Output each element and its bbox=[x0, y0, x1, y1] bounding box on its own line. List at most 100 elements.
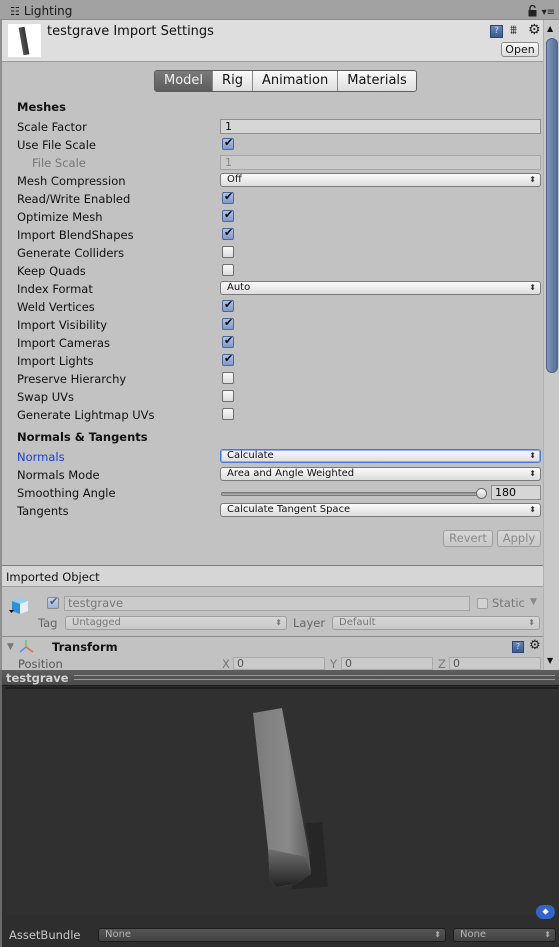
keep-quads-checkbox[interactable] bbox=[222, 264, 234, 276]
asset-thumbnail bbox=[8, 24, 41, 57]
import-cameras-checkbox[interactable] bbox=[222, 334, 234, 348]
dropdown-arrow-icon: ⬍ bbox=[434, 930, 441, 939]
normals-label: Normals bbox=[17, 450, 65, 464]
dropdown-value: Untagged bbox=[72, 617, 121, 628]
mesh-compression-dropdown[interactable]: Off ⬍ bbox=[220, 173, 541, 187]
inspector-scrollbar[interactable]: ▲ ▼ bbox=[543, 20, 559, 670]
file-scale-input: 1 bbox=[220, 155, 541, 170]
preserve-hierarchy-checkbox[interactable] bbox=[222, 372, 234, 384]
open-button[interactable]: Open bbox=[501, 42, 539, 57]
optimize-mesh-checkbox[interactable] bbox=[222, 208, 234, 222]
scroll-up-arrow-icon[interactable]: ▲ bbox=[547, 24, 553, 33]
normals-dropdown[interactable]: Calculate ⬍ bbox=[220, 449, 541, 463]
dropdown-value: Calculate bbox=[227, 450, 274, 461]
preview-header[interactable]: testgrave bbox=[2, 670, 559, 686]
dropdown-value: Calculate Tangent Space bbox=[227, 504, 351, 515]
dropdown-arrow-icon: ⬍ bbox=[544, 930, 551, 939]
weld-vertices-checkbox[interactable] bbox=[222, 298, 234, 312]
generate-lightmap-uvs-label: Generate Lightmap UVs bbox=[17, 408, 155, 422]
position-z-field: 0 bbox=[449, 657, 541, 670]
import-visibility-checkbox[interactable] bbox=[222, 316, 234, 330]
tab-model[interactable]: Model bbox=[155, 71, 213, 91]
use-file-scale-checkbox[interactable] bbox=[222, 136, 234, 150]
generate-colliders-checkbox[interactable] bbox=[222, 246, 234, 258]
tag-label: Tag bbox=[38, 616, 58, 630]
model-preview-viewport[interactable] bbox=[6, 687, 557, 915]
dropdown-value: Off bbox=[227, 174, 242, 185]
scale-factor-input[interactable]: 1 bbox=[220, 119, 541, 134]
dropdown-arrow-icon: ⬍ bbox=[528, 618, 535, 627]
foldout-arrow-icon[interactable]: ▼ bbox=[7, 642, 14, 652]
static-label: Static bbox=[492, 596, 525, 610]
optimize-mesh-label: Optimize Mesh bbox=[17, 210, 103, 224]
dropdown-value: Auto bbox=[227, 282, 251, 293]
scale-factor-label: Scale Factor bbox=[17, 120, 87, 134]
position-y-label: Y bbox=[330, 657, 338, 670]
position-y-field: 0 bbox=[341, 657, 433, 670]
position-x-label: X bbox=[222, 657, 230, 670]
lock-icon[interactable] bbox=[528, 5, 537, 17]
tab-rig[interactable]: Rig bbox=[212, 71, 252, 91]
active-checkbox bbox=[47, 595, 59, 609]
lighting-icon: ☷ bbox=[10, 4, 20, 18]
assetbundle-label: AssetBundle bbox=[9, 928, 81, 942]
preview-panel: testgrave ⬥ AssetBundle None ⬍ None ⬍ bbox=[0, 670, 559, 947]
tab-animation[interactable]: Animation bbox=[251, 71, 338, 91]
dropdown-arrow-icon: ⬍ bbox=[275, 618, 282, 627]
page-title: testgrave Import Settings bbox=[47, 24, 214, 39]
read-write-checkbox[interactable] bbox=[222, 190, 234, 204]
window-tab-strip: ☷ Lighting ℹ Inspector ▾≡ bbox=[0, 0, 559, 39]
normals-mode-label: Normals Mode bbox=[17, 468, 100, 482]
tab-menu-icon[interactable]: ▾≡ bbox=[542, 7, 555, 18]
import-settings-header: testgrave Import Settings ? ⩩ ⚙ Open bbox=[2, 20, 545, 62]
mesh-compression-label: Mesh Compression bbox=[17, 174, 126, 188]
position-label: Position bbox=[18, 657, 63, 670]
import-blendshapes-checkbox[interactable] bbox=[222, 226, 234, 240]
generate-colliders-label: Generate Colliders bbox=[17, 246, 125, 260]
normals-mode-dropdown[interactable]: Area and Angle Weighted ⬍ bbox=[220, 467, 541, 481]
keep-quads-label: Keep Quads bbox=[17, 264, 86, 278]
smoothing-angle-slider-thumb[interactable] bbox=[476, 488, 487, 499]
smoothing-angle-slider[interactable] bbox=[221, 492, 481, 496]
help-icon[interactable]: ? bbox=[512, 641, 524, 653]
tangents-dropdown[interactable]: Calculate Tangent Space ⬍ bbox=[220, 503, 541, 517]
transform-title: Transform bbox=[52, 640, 118, 654]
prefab-cube-icon bbox=[9, 598, 28, 614]
dropdown-value: Default bbox=[339, 617, 376, 628]
inspector-panel: testgrave Import Settings ? ⩩ ⚙ Open Mod… bbox=[0, 20, 559, 670]
assetbundle-dropdown[interactable]: None ⬍ bbox=[98, 928, 446, 942]
smoothing-angle-label: Smoothing Angle bbox=[17, 486, 116, 500]
swap-uvs-checkbox[interactable] bbox=[222, 390, 234, 402]
tab-lighting[interactable]: ☷ Lighting bbox=[2, 2, 98, 20]
presets-icon[interactable]: ⩩ bbox=[510, 23, 517, 38]
transform-axis-icon bbox=[19, 640, 34, 653]
importer-tabs: Model Rig Animation Materials bbox=[154, 70, 417, 92]
revert-button[interactable]: Revert bbox=[443, 530, 493, 547]
weld-vertices-label: Weld Vertices bbox=[17, 300, 95, 314]
file-scale-label: File Scale bbox=[32, 156, 86, 170]
preview-drag-handle[interactable] bbox=[74, 675, 555, 680]
gear-icon[interactable]: ⚙ bbox=[528, 22, 541, 38]
tab-materials[interactable]: Materials bbox=[337, 71, 416, 91]
static-dropdown-arrow-icon: ▼ bbox=[530, 597, 537, 607]
index-format-dropdown[interactable]: Auto ⬍ bbox=[220, 281, 541, 295]
meshes-section-title: Meshes bbox=[17, 100, 66, 114]
import-lights-checkbox[interactable] bbox=[222, 352, 234, 366]
smoothing-angle-input[interactable]: 180 bbox=[491, 485, 541, 500]
help-icon[interactable]: ? bbox=[490, 25, 503, 38]
preview-title: testgrave bbox=[6, 671, 69, 685]
apply-button[interactable]: Apply bbox=[497, 530, 541, 547]
generate-lightmap-uvs-checkbox[interactable] bbox=[222, 408, 234, 420]
tab-label: Lighting bbox=[23, 4, 73, 18]
assetbundle-variant-dropdown[interactable]: None ⬍ bbox=[453, 928, 556, 942]
gear-icon[interactable]: ⚙ bbox=[529, 638, 541, 653]
tag-dropdown: Untagged ⬍ bbox=[65, 616, 287, 630]
dropdown-arrow-icon: ⬍ bbox=[529, 469, 536, 478]
asset-label-tag-icon[interactable]: ⬥ bbox=[536, 905, 555, 919]
scrollbar-thumb[interactable] bbox=[546, 38, 558, 373]
position-z-label: Z bbox=[438, 657, 446, 670]
dropdown-arrow-icon: ⬍ bbox=[529, 175, 536, 184]
scroll-down-arrow-icon[interactable]: ▼ bbox=[547, 656, 553, 665]
import-visibility-label: Import Visibility bbox=[17, 318, 108, 332]
import-cameras-label: Import Cameras bbox=[17, 336, 110, 350]
